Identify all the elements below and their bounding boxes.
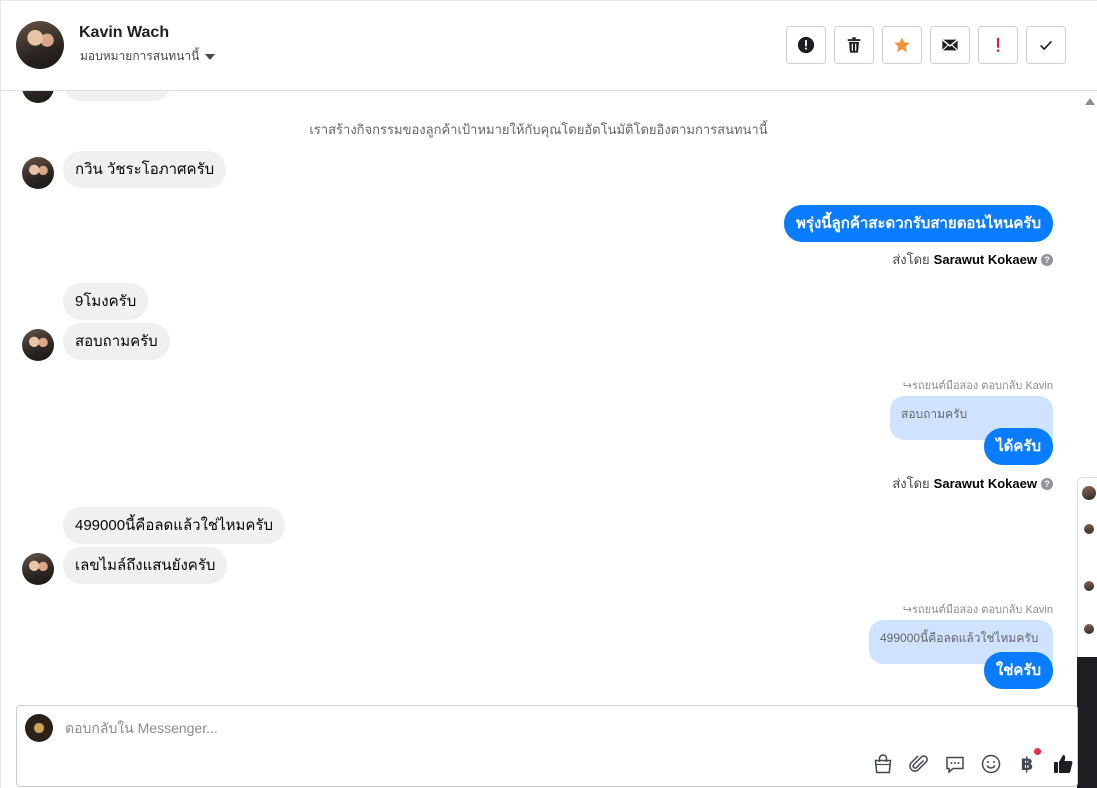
incoming-message[interactable]: กวิน วัชระโอภาศครับ xyxy=(63,151,227,188)
incoming-message[interactable]: สอบถามครับ xyxy=(63,323,170,360)
saved-replies-button[interactable] xyxy=(943,752,967,776)
messenger-inbox: Kavin Wach มอบหมายการสนทนานี้ เราสร้างกิ… xyxy=(0,0,1097,788)
lead-activity-note: เราสร้างกิจกรรมของลูกค้าเป้าหมายให้กับคุ… xyxy=(309,122,768,137)
baht-icon: ฿ xyxy=(1020,753,1034,774)
contact-avatar xyxy=(22,157,54,189)
attach-button[interactable] xyxy=(907,752,931,776)
mark-spam-button[interactable] xyxy=(786,26,826,64)
envelope-icon xyxy=(942,39,958,51)
sent-by-label: ส่งโดย Sarawut Kokaew ? xyxy=(892,473,1053,494)
conversation-avatar[interactable] xyxy=(1082,486,1096,500)
alert-icon xyxy=(797,36,815,54)
incoming-message[interactable]: 9โมงครับ xyxy=(63,283,149,320)
exclamation-icon xyxy=(996,37,1000,52)
sent-by-prefix: ส่งโดย xyxy=(892,476,930,491)
scroll-up-arrow-icon[interactable] xyxy=(1085,98,1095,105)
side-conversations-panel[interactable] xyxy=(1077,477,1097,657)
thumbs-up-icon xyxy=(1054,755,1073,773)
send-like-button[interactable] xyxy=(1051,752,1075,776)
outgoing-message[interactable]: ใช่ครับ xyxy=(983,652,1053,689)
contact-name[interactable]: Kavin Wach xyxy=(79,24,169,42)
contact-avatar xyxy=(22,553,54,585)
header-actions xyxy=(786,26,1066,64)
notification-dot xyxy=(1034,748,1041,755)
side-dark-panel xyxy=(1077,657,1097,788)
smiley-icon xyxy=(981,754,1001,774)
emoji-button[interactable] xyxy=(979,752,1003,776)
assign-conversation-dropdown[interactable]: มอบหมายการสนทนานี้ xyxy=(80,47,216,66)
chat-bubble-icon xyxy=(946,756,964,774)
sender-name: Sarawut Kokaew xyxy=(933,252,1037,267)
conversation-header: Kavin Wach มอบหมายการสนทนานี้ xyxy=(1,1,1097,91)
contact-avatar xyxy=(22,91,54,103)
incoming-message[interactable]: 499000นี้คือลดแล้วใช่ไหมครับ xyxy=(63,507,286,544)
page-avatar xyxy=(25,714,53,742)
message-composer: ฿ xyxy=(16,705,1078,787)
follow-up-button[interactable] xyxy=(978,26,1018,64)
reply-label: ↪รถยนต์มือสอง ตอบกลับ Kavin xyxy=(902,380,1053,392)
contact-avatar[interactable] xyxy=(16,21,64,69)
contact-avatar xyxy=(22,329,54,361)
check-icon xyxy=(1040,40,1052,51)
trash-icon xyxy=(847,37,861,53)
help-icon[interactable]: ? xyxy=(1041,253,1053,266)
outgoing-message[interactable]: ได้ครับ xyxy=(984,428,1053,465)
caret-down-icon xyxy=(205,53,216,60)
sender-name: Sarawut Kokaew xyxy=(933,476,1037,491)
composer-toolbar: ฿ xyxy=(871,748,1075,776)
shop-button[interactable] xyxy=(871,752,895,776)
conversation-avatar[interactable] xyxy=(1084,581,1094,591)
reply-label: ↪รถยนต์มือสอง ตอบกลับ Kavin xyxy=(902,604,1053,616)
message-thread[interactable]: เราสร้างกิจกรรมของลูกค้าเป้าหมายให้กับคุ… xyxy=(1,91,1081,703)
conversation-avatar[interactable] xyxy=(1084,524,1094,534)
assign-label: มอบหมายการสนทนานี้ xyxy=(80,49,200,63)
mark-unread-button[interactable] xyxy=(930,26,970,64)
sent-by-prefix: ส่งโดย xyxy=(892,252,930,267)
sent-by-label: ส่งโดย Sarawut Kokaew ? xyxy=(892,249,1053,270)
help-icon[interactable]: ? xyxy=(1041,477,1053,490)
paperclip-icon xyxy=(909,755,928,772)
payment-button[interactable]: ฿ xyxy=(1015,748,1041,776)
conversation-avatar[interactable] xyxy=(1084,624,1094,634)
outgoing-message[interactable]: พรุ่งนี้ลูกค้าสะดวกรับสายตอนไหนครับ xyxy=(784,205,1053,242)
mark-done-button[interactable] xyxy=(1026,26,1066,64)
incoming-message[interactable]: เลขไมล์ถึงแสนยังครับ xyxy=(63,547,228,584)
delete-button[interactable] xyxy=(834,26,874,64)
reply-input[interactable] xyxy=(65,716,965,740)
star-button[interactable] xyxy=(882,26,922,64)
shopping-bag-icon xyxy=(874,754,892,774)
incoming-message[interactable] xyxy=(63,91,171,101)
star-icon xyxy=(894,37,910,53)
